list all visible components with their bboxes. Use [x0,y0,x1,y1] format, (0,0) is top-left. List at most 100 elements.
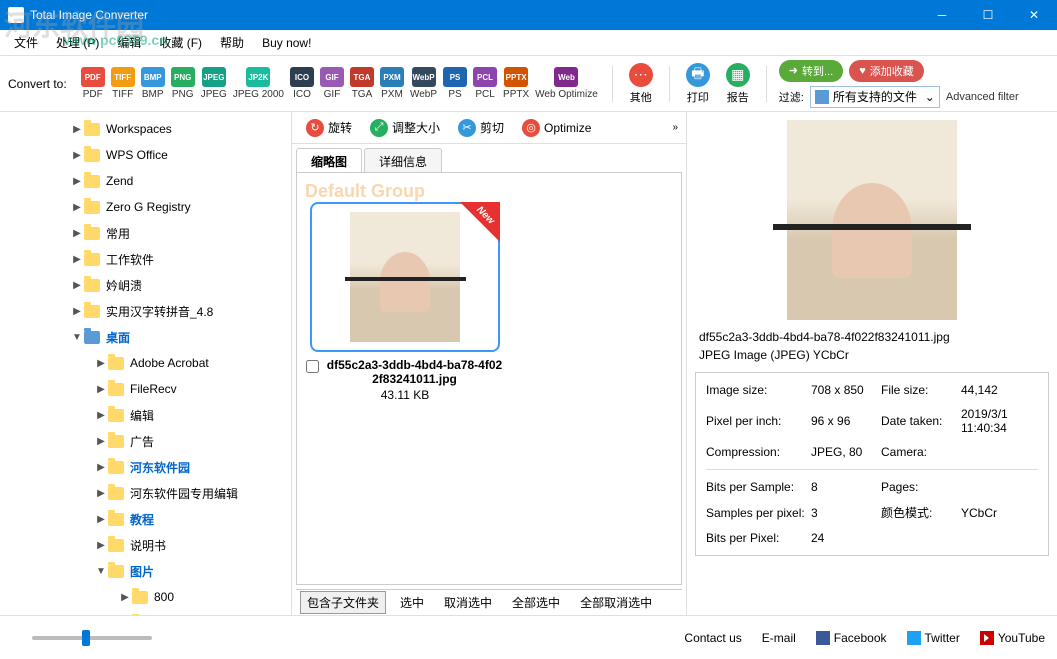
format-pptx[interactable]: PPTXPPTX [501,65,531,102]
tree-item[interactable]: ▶妗岄溃 [0,272,291,298]
report-button[interactable]: ▦报告 [722,61,754,107]
tree-item[interactable]: ▶常用 [0,220,291,246]
zoom-slider[interactable] [32,636,152,640]
collapse-toolbar-button[interactable]: » [672,122,678,133]
menu-item[interactable]: Buy now! [254,33,319,53]
thumbnail-size: 43.11 KB [381,388,429,402]
tree-arrow-icon[interactable]: ▶ [94,540,108,551]
selbar-item[interactable]: 全部选中 [506,592,566,613]
tree-item[interactable]: ▶教程 [0,506,291,532]
contact-link[interactable]: Contact us [684,631,741,645]
resize-button[interactable]: ⤢调整大小 [364,116,446,140]
format-pdf[interactable]: PDFPDF [79,65,107,102]
print-button[interactable]: 🖶打印 [682,61,714,107]
folder-icon [108,513,124,526]
email-link[interactable]: E-mail [762,631,796,645]
format-tga[interactable]: TGATGA [348,65,376,102]
minimize-button[interactable]: ─ [919,0,965,30]
tree-label: Adobe Acrobat [130,356,209,370]
thumbnail-item[interactable]: New df55c2a3-3ddb-4bd4-ba78-4f022f832410… [305,202,505,402]
tree-item[interactable]: ▶800 [0,584,291,610]
menu-item[interactable]: 处理 (P) [48,31,107,54]
tree-arrow-icon[interactable]: ▶ [70,176,84,187]
advanced-filter-link[interactable]: Advanced filter [946,91,1019,103]
format-ps[interactable]: PSPS [441,65,469,102]
tree-arrow-icon[interactable]: ▶ [94,436,108,447]
format-pcl[interactable]: PCLPCL [471,65,499,102]
rotate-button[interactable]: ↻旋转 [300,116,358,140]
tree-arrow-icon[interactable]: ▶ [70,150,84,161]
tree-item[interactable]: ▼图片 [0,558,291,584]
thumbnail-frame[interactable]: New [310,202,500,352]
facebook-link[interactable]: Facebook [816,631,887,645]
format-jpeg2000[interactable]: JP2KJPEG 2000 [231,65,286,102]
goto-button[interactable]: ➜转到... [779,60,843,82]
tree-item[interactable]: ▶河东软件园专用编辑 [0,480,291,506]
tree-arrow-icon[interactable]: ▶ [70,228,84,239]
tree-item[interactable]: ▶ Adobe Acrobat [0,350,291,376]
menu-item[interactable]: 帮助 [212,31,252,54]
tab-details[interactable]: 详细信息 [364,148,442,172]
folder-tree[interactable]: ▶Workspaces▶WPS Office▶Zend▶Zero G Regis… [0,112,292,615]
resize-label: 调整大小 [392,119,440,136]
format-pxm[interactable]: PXMPXM [378,65,406,102]
close-button[interactable]: ✕ [1011,0,1057,30]
tree-arrow-icon[interactable]: ▼ [70,332,84,343]
optimize-button[interactable]: ◎Optimize [516,116,597,140]
tree-item[interactable]: ▶AutoCAD注册机 [0,610,291,615]
add-favorite-button[interactable]: ♥添加收藏 [849,60,924,82]
tree-item[interactable]: ▶编辑 [0,402,291,428]
youtube-link[interactable]: YouTube [980,631,1045,645]
selbar-item[interactable]: 选中 [394,592,430,613]
tree-item[interactable]: ▶Workspaces [0,116,291,142]
twitter-link[interactable]: Twitter [907,631,960,645]
tree-item[interactable]: ▶工作软件 [0,246,291,272]
tree-arrow-icon[interactable]: ▶ [94,514,108,525]
format-tiff[interactable]: TIFFTIFF [109,65,137,102]
crop-button[interactable]: ✂剪切 [452,116,510,140]
tree-item[interactable]: ▶说明书 [0,532,291,558]
thumbnail-area[interactable]: Default Group New df55c2a3-3ddb-4bd4-ba7… [296,172,682,585]
menu-item[interactable]: 编辑 [109,31,149,54]
menu-item[interactable]: 收藏 (F) [151,31,210,54]
other-button[interactable]: ⋯其他 [625,61,657,107]
format-webp[interactable]: WebPWebP [408,65,439,102]
format-ico[interactable]: ICOICO [288,65,316,102]
tree-arrow-icon[interactable]: ▼ [94,566,108,577]
tree-item[interactable]: ▶河东软件园 [0,454,291,480]
tree-arrow-icon[interactable]: ▶ [94,488,108,499]
format-gif[interactable]: GIFGIF [318,65,346,102]
tree-item[interactable]: ▶Zend [0,168,291,194]
selbar-item[interactable]: 取消选中 [438,592,498,613]
format-png[interactable]: PNGPNG [169,65,197,102]
tree-arrow-icon[interactable]: ▶ [70,306,84,317]
maximize-button[interactable]: ☐ [965,0,1011,30]
tree-arrow-icon[interactable]: ▶ [94,462,108,473]
separator [669,66,670,102]
selbar-item[interactable]: 全部取消选中 [574,592,658,613]
tab-thumbnails[interactable]: 缩略图 [296,148,362,172]
tree-arrow-icon[interactable]: ▶ [118,592,132,603]
tree-arrow-icon[interactable]: ▶ [94,410,108,421]
tree-item[interactable]: ▶实用汉字转拼音_4.8 [0,298,291,324]
tree-item[interactable]: ▶Zero G Registry [0,194,291,220]
tree-arrow-icon[interactable]: ▶ [70,124,84,135]
tree-arrow-icon[interactable]: ▶ [94,358,108,369]
format-jpeg[interactable]: JPEGJPEG [199,65,229,102]
filter-select[interactable]: 所有支持的文件 ⌄ [810,86,940,108]
tree-arrow-icon[interactable]: ▶ [70,254,84,265]
tree-item[interactable]: ▶广告 [0,428,291,454]
format-bmp[interactable]: BMPBMP [139,65,167,102]
tree-item[interactable]: ▶WPS Office [0,142,291,168]
thumbnail-checkbox[interactable] [306,360,319,373]
menu-item[interactable]: 文件 [6,31,46,54]
tree-arrow-icon[interactable]: ▶ [70,202,84,213]
format-weboptimize[interactable]: WebWeb Optimize [533,65,600,102]
tree-arrow-icon[interactable]: ▶ [94,384,108,395]
selbar-item[interactable]: 包含子文件夹 [300,591,386,614]
tree-item[interactable]: ▼桌面 [0,324,291,350]
tree-item[interactable]: ▶FileRecv [0,376,291,402]
folder-icon [84,175,100,188]
slider-knob[interactable] [82,630,90,646]
tree-arrow-icon[interactable]: ▶ [70,280,84,291]
